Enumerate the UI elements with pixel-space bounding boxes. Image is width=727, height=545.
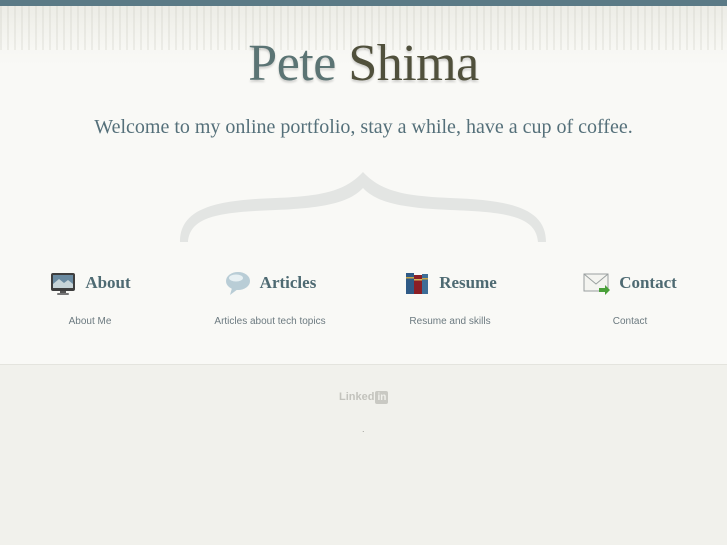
site-title-last: Shima — [348, 35, 479, 92]
linkedin-link[interactable]: Linked in — [339, 389, 389, 405]
nav-item-resume[interactable]: Resume Resume and skills — [360, 268, 540, 338]
nav-resume-label[interactable]: Resume — [439, 273, 497, 293]
nav-contact-label[interactable]: Contact — [619, 273, 677, 293]
site-title-first: Pete — [248, 35, 336, 92]
ornament-divider — [180, 172, 546, 242]
nav-about-link[interactable]: About — [0, 268, 180, 298]
nav-item-about[interactable]: About About Me — [0, 268, 180, 338]
nav-about-label[interactable]: About — [85, 273, 130, 293]
footer-dot: . — [362, 424, 365, 434]
nav-item-contact[interactable]: Contact Contact — [540, 268, 720, 338]
tagline: Welcome to my online portfolio, stay a w… — [94, 116, 633, 138]
site-title: Pete Shima — [0, 34, 727, 94]
nav-item-articles[interactable]: Articles Articles about tech topics — [180, 268, 360, 338]
linkedin-text[interactable]: Linked — [339, 391, 374, 403]
nav-contact-description[interactable]: Contact — [540, 316, 720, 327]
nav-resume-link[interactable]: Resume — [360, 268, 540, 298]
nav-about-description[interactable]: About Me — [0, 316, 180, 327]
monitor-icon — [51, 273, 76, 295]
envelope-icon — [583, 273, 611, 295]
nav-resume-description[interactable]: Resume and skills — [360, 316, 540, 327]
books-icon — [406, 273, 429, 294]
nav-articles-label[interactable]: Articles — [260, 273, 317, 293]
linkedin-badge[interactable]: in — [375, 390, 389, 404]
speech-bubble-icon — [225, 272, 250, 295]
nav-articles-link[interactable]: Articles — [180, 268, 360, 298]
nav-contact-link[interactable]: Contact — [540, 268, 720, 298]
nav-articles-description[interactable]: Articles about tech topics — [180, 316, 360, 327]
